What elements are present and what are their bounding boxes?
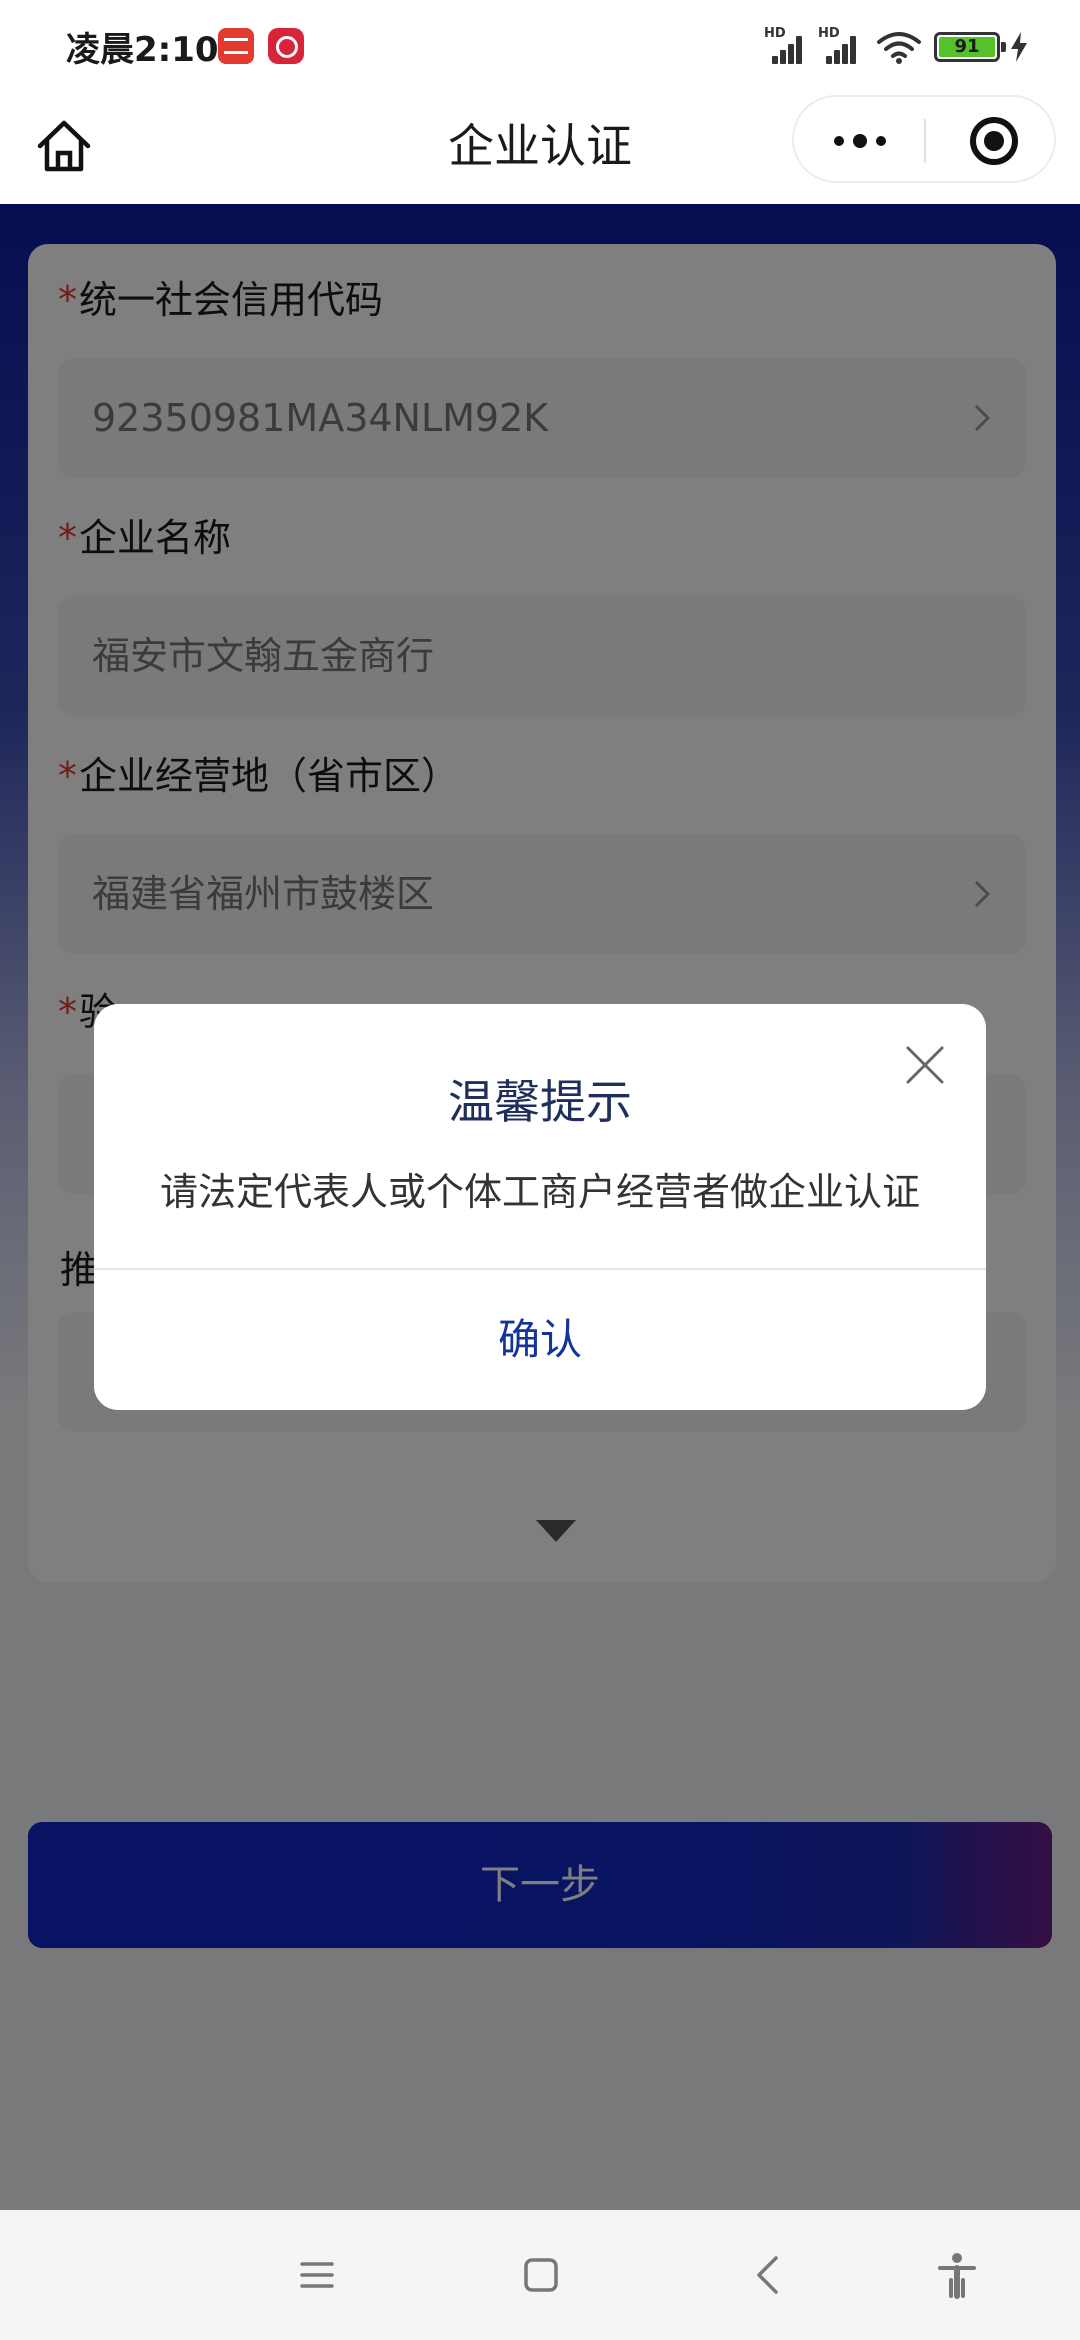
mini-program-capsule bbox=[792, 95, 1056, 183]
square-icon[interactable] bbox=[516, 2250, 566, 2300]
cellular-signal-icon-2: HD bbox=[818, 26, 862, 64]
cellular-signal-icon: HD bbox=[764, 26, 808, 64]
battery-level: 91 bbox=[939, 37, 995, 57]
app-notification-icon-2 bbox=[268, 28, 304, 64]
app-notification-icon bbox=[218, 28, 254, 64]
more-icon[interactable] bbox=[830, 123, 890, 157]
confirm-button[interactable]: 确认 bbox=[94, 1270, 986, 1410]
status-bar: 凌晨2:10 HD HD 91 bbox=[0, 0, 1080, 94]
back-icon[interactable] bbox=[744, 2250, 794, 2300]
battery-icon: 91 bbox=[934, 32, 1006, 62]
accessibility-icon[interactable] bbox=[932, 2250, 982, 2300]
dialog-message: 请法定代表人或个体工商户经营者做企业认证 bbox=[159, 1170, 920, 1214]
signal-hd-label: HD bbox=[764, 26, 786, 41]
menu-icon[interactable] bbox=[292, 2250, 342, 2300]
nav-bar: 企业认证 bbox=[0, 94, 1080, 204]
status-time: 凌晨2:10 bbox=[66, 30, 219, 70]
tip-dialog: 温馨提示 请法定代表人或个体工商户经营者做企业认证 确认 bbox=[94, 1004, 986, 1410]
capsule-divider bbox=[924, 119, 926, 163]
charging-bolt-icon bbox=[1011, 32, 1027, 62]
signal-hd-label-2: HD bbox=[818, 26, 840, 41]
target-icon[interactable] bbox=[970, 117, 1018, 165]
dialog-title: 温馨提示 bbox=[448, 1075, 632, 1129]
wifi-icon bbox=[877, 32, 921, 64]
system-nav-bar bbox=[0, 2210, 1080, 2340]
